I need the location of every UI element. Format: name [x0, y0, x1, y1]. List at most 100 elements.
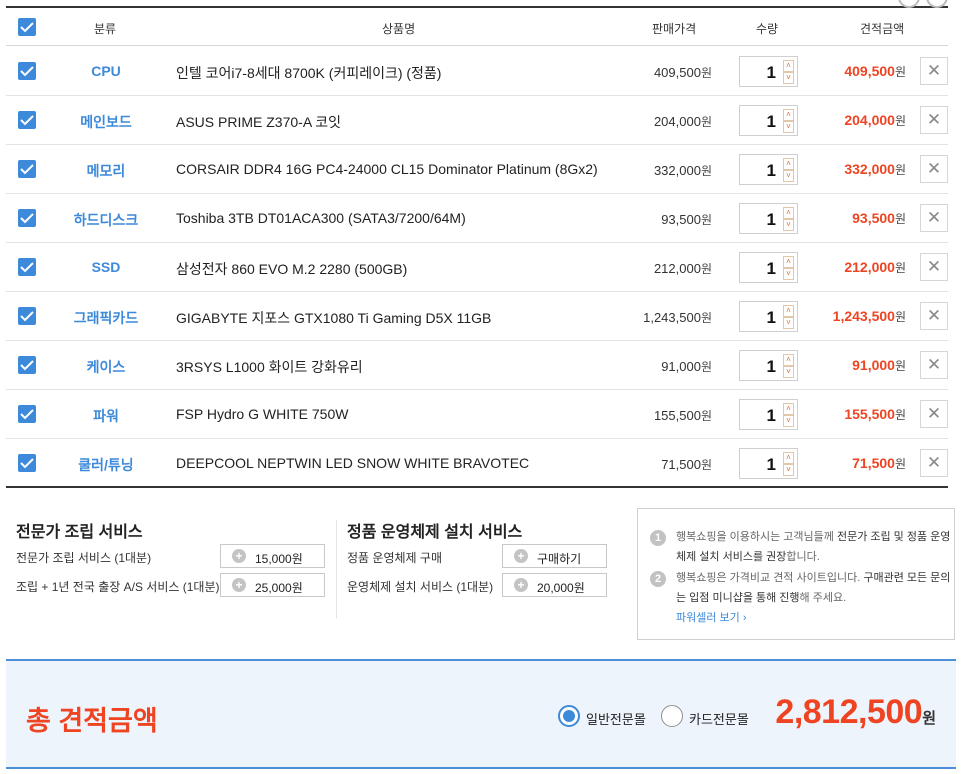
table-row: 메모리 CORSAIR DDR4 16G PC4-24000 CL15 Domin… [6, 145, 948, 194]
quantity-stepper[interactable]: 1 ˄ ˅ [739, 399, 798, 430]
remove-row-button[interactable]: ✕ [920, 253, 948, 281]
increase-icon[interactable]: ˄ [783, 452, 794, 464]
check-icon [20, 66, 34, 77]
check-icon [20, 409, 34, 420]
row-total: 212,000원 [844, 259, 906, 275]
quantity-value[interactable]: 1 [740, 357, 782, 377]
row-checkbox[interactable] [18, 454, 36, 472]
row-price: 204,000원 [653, 114, 712, 129]
quantity-value[interactable]: 1 [740, 455, 782, 475]
close-icon: ✕ [926, 355, 942, 374]
power-seller-link[interactable]: 파워셀러 보기 › [676, 608, 747, 628]
row-category[interactable]: 쿨러/튜닝 [66, 455, 146, 475]
row-product-name[interactable]: 삼성전자 860 EVO M.2 2280 (500GB) [176, 259, 407, 279]
increase-icon[interactable]: ˄ [783, 109, 794, 121]
quantity-value[interactable]: 1 [740, 112, 782, 132]
table-row: 그래픽카드 GIGABYTE 지포스 GTX1080 Ti Gaming D5X … [6, 292, 948, 341]
quantity-value[interactable]: 1 [740, 63, 782, 83]
quantity-stepper[interactable]: 1 ˄ ˅ [739, 203, 798, 234]
row-category[interactable]: 케이스 [66, 357, 146, 377]
add-assembly-as-button[interactable]: + 25,000원 [220, 573, 325, 597]
row-checkbox[interactable] [18, 62, 36, 80]
quantity-value[interactable]: 1 [740, 308, 782, 328]
notice-number-1: 1 [650, 530, 666, 546]
increase-icon[interactable]: ˄ [783, 60, 794, 72]
quantity-stepper[interactable]: 1 ˄ ˅ [739, 154, 798, 185]
remove-row-button[interactable]: ✕ [920, 57, 948, 85]
row-category[interactable]: SSD [66, 259, 146, 275]
select-all-checkbox[interactable] [18, 18, 36, 36]
row-checkbox[interactable] [18, 356, 36, 374]
increase-icon[interactable]: ˄ [783, 207, 794, 219]
quantity-stepper[interactable]: 1 ˄ ˅ [739, 448, 798, 479]
row-category[interactable]: 하드디스크 [66, 210, 146, 230]
quantity-value[interactable]: 1 [740, 406, 782, 426]
row-checkbox[interactable] [18, 111, 36, 129]
notice-text-1: 행복쇼핑을 이용하시는 고객님들께 전문가 조립 및 정품 운영체제 설치 서비… [676, 531, 951, 563]
increase-icon[interactable]: ˄ [783, 305, 794, 317]
add-assembly-button[interactable]: + 15,000원 [220, 544, 325, 568]
row-product-name[interactable]: DEEPCOOL NEPTWIN LED SNOW WHITE BRAVOTEC [176, 455, 529, 471]
row-price: 71,500원 [661, 457, 712, 472]
remove-row-button[interactable]: ✕ [920, 400, 948, 428]
quantity-stepper[interactable]: 1 ˄ ˅ [739, 301, 798, 332]
row-product-name[interactable]: CORSAIR DDR4 16G PC4-24000 CL15 Dominato… [176, 161, 598, 177]
row-checkbox[interactable] [18, 307, 36, 325]
increase-icon[interactable]: ˄ [783, 256, 794, 268]
decrease-icon[interactable]: ˅ [783, 366, 794, 378]
row-checkbox[interactable] [18, 405, 36, 423]
decrease-icon[interactable]: ˅ [783, 317, 794, 329]
decrease-icon[interactable]: ˅ [783, 415, 794, 427]
increase-icon[interactable]: ˄ [783, 354, 794, 366]
quantity-stepper[interactable]: 1 ˄ ˅ [739, 350, 798, 381]
decrease-icon[interactable]: ˅ [783, 464, 794, 476]
header-price: 판매가격 [652, 22, 697, 36]
remove-row-button[interactable]: ✕ [920, 155, 948, 183]
row-category[interactable]: 메인보드 [66, 112, 146, 132]
row-checkbox[interactable] [18, 258, 36, 276]
row-product-name[interactable]: 인텔 코어i7-8세대 8700K (커피레이크) (정품) [176, 63, 441, 83]
remove-row-button[interactable]: ✕ [920, 106, 948, 134]
row-checkbox[interactable] [18, 160, 36, 178]
row-total: 71,500원 [852, 455, 906, 471]
row-product-name[interactable]: ASUS PRIME Z370-A 코잇 [176, 112, 341, 132]
increase-icon[interactable]: ˄ [783, 158, 794, 170]
general-mall-radio[interactable] [558, 705, 580, 727]
remove-row-button[interactable]: ✕ [920, 204, 948, 232]
increase-icon[interactable]: ˄ [783, 403, 794, 415]
row-checkbox[interactable] [18, 209, 36, 227]
row-category[interactable]: 파워 [66, 406, 146, 426]
quantity-stepper[interactable]: 1 ˄ ˅ [739, 105, 798, 136]
quantity-value[interactable]: 1 [740, 210, 782, 230]
row-product-name[interactable]: Toshiba 3TB DT01ACA300 (SATA3/7200/64M) [176, 210, 466, 226]
row-product-name[interactable]: FSP Hydro G WHITE 750W [176, 406, 348, 422]
table-row: 파워 FSP Hydro G WHITE 750W 155,500원 1 ˄ ˅ 155,5… [6, 390, 948, 439]
os-install-label: 운영체제 설치 서비스 (1대분) [347, 580, 494, 594]
remove-row-button[interactable]: ✕ [920, 449, 948, 477]
decrease-icon[interactable]: ˅ [783, 219, 794, 231]
row-category[interactable]: 그래픽카드 [66, 308, 146, 328]
decrease-icon[interactable]: ˅ [783, 170, 794, 182]
remove-row-button[interactable]: ✕ [920, 302, 948, 330]
notice-text-2: 행복쇼핑은 가격비교 견적 사이트입니다. 구매관련 모든 문의는 입점 미니샵… [676, 572, 951, 604]
buy-os-button[interactable]: + 구매하기 [502, 544, 607, 568]
decrease-icon[interactable]: ˅ [783, 268, 794, 280]
general-mall-label[interactable]: 일반전문몰 [586, 709, 646, 728]
add-os-install-button[interactable]: + 20,000원 [502, 573, 607, 597]
quantity-stepper[interactable]: 1 ˄ ˅ [739, 56, 798, 87]
quantity-stepper[interactable]: 1 ˄ ˅ [739, 252, 798, 283]
row-category[interactable]: 메모리 [66, 161, 146, 181]
close-icon: ✕ [926, 257, 942, 276]
decrease-icon[interactable]: ˅ [783, 72, 794, 84]
close-icon: ✕ [926, 306, 942, 325]
row-price: 332,000원 [653, 163, 712, 178]
row-category[interactable]: CPU [66, 63, 146, 79]
remove-row-button[interactable]: ✕ [920, 351, 948, 379]
quantity-value[interactable]: 1 [740, 259, 782, 279]
card-mall-label[interactable]: 카드전문몰 [689, 709, 749, 728]
row-product-name[interactable]: 3RSYS L1000 화이트 강화유리 [176, 357, 363, 377]
row-product-name[interactable]: GIGABYTE 지포스 GTX1080 Ti Gaming D5X 11GB [176, 308, 491, 328]
card-mall-radio[interactable] [661, 705, 683, 727]
quantity-value[interactable]: 1 [740, 161, 782, 181]
decrease-icon[interactable]: ˅ [783, 121, 794, 133]
